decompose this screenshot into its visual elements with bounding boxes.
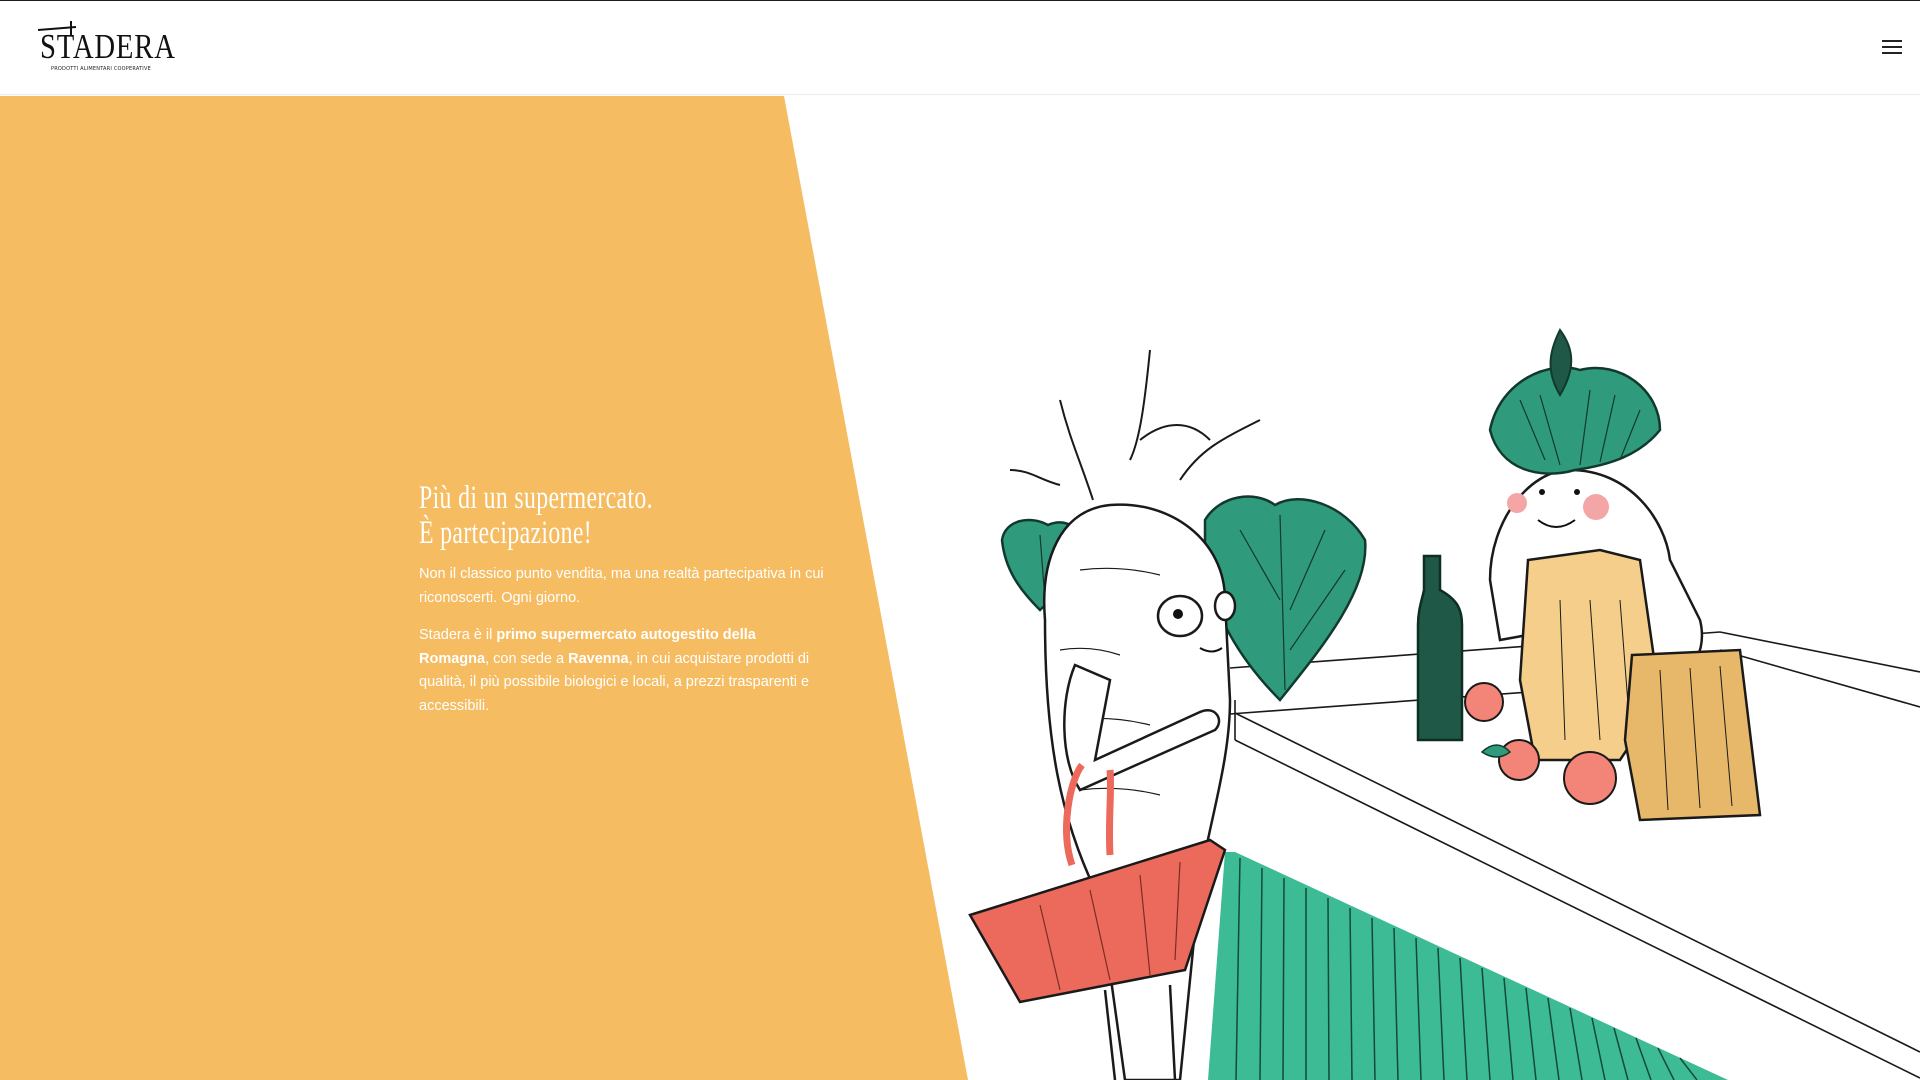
hero-section: Più di un supermercato. È partecipazione… <box>0 96 1920 1080</box>
hero-title: Più di un supermercato. È partecipazione… <box>419 481 714 551</box>
apple <box>1498 739 1540 781</box>
counter-front-teal <box>1208 852 1728 1080</box>
hero-title-line-1: Più di un supermercato. <box>419 480 653 516</box>
apple <box>1563 751 1617 805</box>
description-highlight-city: Ravenna <box>568 650 629 667</box>
apple <box>1464 682 1504 722</box>
hero-intro-paragraph: Non il classico punto vendita, ma una re… <box>419 566 824 606</box>
description-text-2: , con sede a <box>485 650 569 667</box>
stadera-logo[interactable]: STADERA PRODOTTI ALIMENTARI COOPERATIVE <box>38 21 175 77</box>
hamburger-menu-button[interactable] <box>1880 37 1904 57</box>
wine-bottle <box>1416 554 1464 742</box>
grocery-illustration <box>968 328 1920 1080</box>
paper-bag <box>1623 648 1762 822</box>
hero-text-block: Più di un supermercato. È partecipazione… <box>419 481 829 732</box>
hero-title-line-2: È partecipazione! <box>419 515 593 551</box>
description-text-1: Stadera è il <box>419 627 497 643</box>
hero-description-paragraph: Stadera è il primo supermercato autogest… <box>419 624 829 718</box>
logo-tagline: PRODOTTI ALIMENTARI COOPERATIVE <box>51 66 151 72</box>
logo-wordmark: STADERA <box>40 27 176 66</box>
hamburger-menu-icon <box>1882 40 1902 54</box>
site-header: STADERA PRODOTTI ALIMENTARI COOPERATIVE <box>0 1 1920 95</box>
